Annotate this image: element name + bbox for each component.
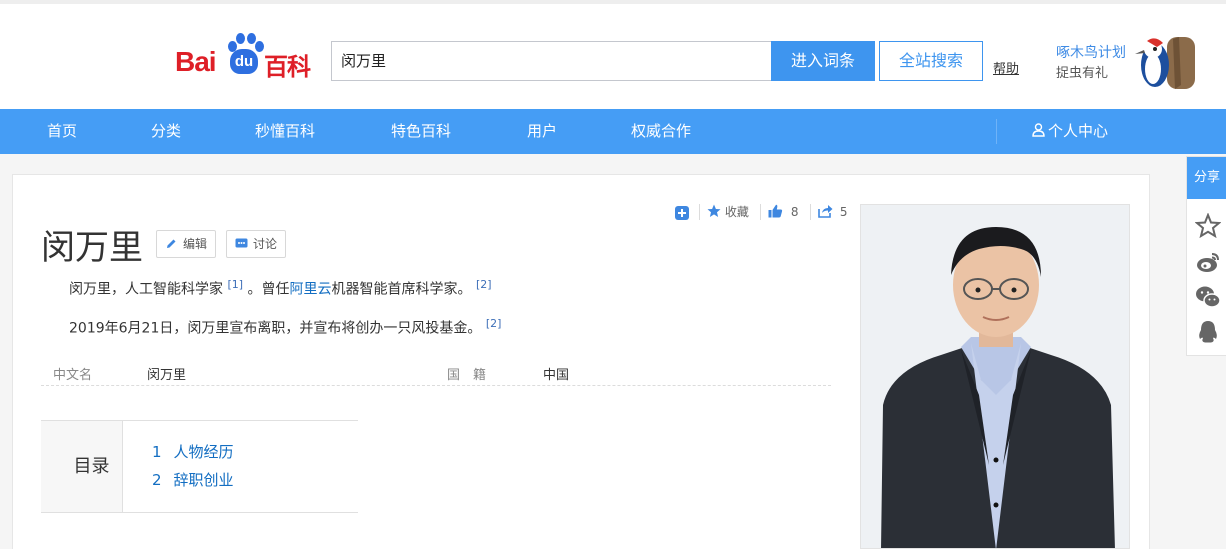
- toc-item[interactable]: 2 辞职创业: [152, 469, 234, 490]
- collect-label: 收藏: [724, 205, 749, 219]
- toc-item-number: 2: [152, 471, 162, 489]
- user-center-link[interactable]: 个人中心: [1032, 109, 1108, 154]
- person-portrait-image: [861, 205, 1129, 548]
- toc-item-label: 人物经历: [173, 443, 234, 461]
- logo-baike-text: 百科: [264, 53, 311, 81]
- aliyun-link[interactable]: 阿里云: [290, 282, 332, 298]
- resignation-text: 2019年6月21日，闵万里宣布离职，并宣布将创办一只风投基金。: [69, 320, 482, 337]
- resignation-paragraph: 2019年6月21日，闵万里宣布离职，并宣布将创办一只风投基金。 [2]: [69, 317, 501, 338]
- discuss-button-label: 讨论: [253, 237, 278, 251]
- summary-text-b: 。曾任: [247, 281, 290, 298]
- star-icon: [707, 204, 721, 217]
- reference-link[interactable]: [1]: [227, 278, 243, 291]
- wechat-icon[interactable]: [1195, 284, 1221, 310]
- paw-icon: du: [225, 32, 264, 76]
- action-separator: [699, 204, 700, 220]
- action-separator: [810, 204, 811, 220]
- nav-category[interactable]: 分类: [151, 109, 181, 154]
- share-arrow-icon: [818, 205, 833, 218]
- main-navbar: 首页 分类 秒懂百科 特色百科 用户 权威合作 个人中心: [0, 109, 1226, 154]
- baidu-baike-logo[interactable]: Bai du 百科: [175, 32, 313, 81]
- table-of-contents: 目录 1 人物经历 2 辞职创业: [41, 420, 358, 513]
- site-search-button[interactable]: 全站搜索: [879, 41, 983, 81]
- portrait-photo[interactable]: [860, 204, 1130, 549]
- chat-bubble-icon: [235, 238, 248, 248]
- reference-link[interactable]: [2]: [476, 278, 492, 291]
- enter-entry-button[interactable]: 进入词条: [771, 41, 875, 81]
- qq-penguin-icon[interactable]: [1195, 319, 1221, 345]
- logo-du-text: du: [230, 49, 258, 74]
- toc-item[interactable]: 1 人物经历: [152, 441, 234, 462]
- woodpecker-plan-link[interactable]: 啄木鸟计划: [1056, 42, 1126, 62]
- action-separator: [760, 204, 761, 220]
- user-center-label: 个人中心: [1048, 122, 1109, 140]
- info-label-name: 中文名: [53, 368, 93, 383]
- toc-item-label: 辞职创业: [173, 471, 234, 489]
- nav-authority[interactable]: 权威合作: [631, 109, 691, 154]
- page-title: 闵万里: [41, 228, 143, 268]
- user-icon: [1032, 123, 1045, 137]
- thumbs-up-icon: [768, 204, 783, 218]
- like-count: 8: [790, 205, 799, 219]
- nav-featured[interactable]: 特色百科: [391, 109, 451, 154]
- nav-users[interactable]: 用户: [527, 109, 557, 154]
- info-value-nationality: 中国: [543, 368, 570, 383]
- discuss-button[interactable]: 讨论: [226, 230, 287, 258]
- share-count-button[interactable]: 5: [818, 203, 847, 221]
- add-plus-icon[interactable]: [675, 204, 689, 222]
- toc-item-number: 1: [152, 443, 162, 461]
- help-link[interactable]: 帮助: [993, 58, 1019, 77]
- pencil-icon: [167, 239, 176, 248]
- summary-paragraph: 闵万里，人工智能科学家 [1] 。曾任阿里云机器智能首席科学家。 [2]: [69, 278, 492, 299]
- weibo-icon[interactable]: [1195, 249, 1221, 275]
- header: Bai du 百科 闵万里 进入词条 全站搜索 帮助 啄木鸟计划 捉虫有礼: [0, 0, 1226, 109]
- nav-divider: [996, 119, 997, 144]
- collect-button[interactable]: 收藏: [707, 203, 749, 221]
- woodpecker-plan-subtitle[interactable]: 捉虫有礼: [1056, 62, 1108, 81]
- favorite-star-icon[interactable]: [1195, 213, 1221, 239]
- reference-link[interactable]: [2]: [486, 317, 502, 330]
- nav-video-baike[interactable]: 秒懂百科: [255, 109, 315, 154]
- edit-button-label: 编辑: [183, 237, 208, 251]
- woodpecker-icon[interactable]: [1133, 35, 1197, 91]
- basic-info-row: 中文名 闵万里 国 籍 中国: [41, 362, 831, 386]
- like-button[interactable]: 8: [768, 203, 798, 221]
- logo-bai-text: Bai: [175, 46, 217, 77]
- toc-heading: 目录: [41, 421, 123, 512]
- share-panel: 分享: [1186, 156, 1226, 356]
- info-value-name: 闵万里: [147, 368, 187, 383]
- nav-home[interactable]: 首页: [47, 109, 77, 154]
- info-label-nationality: 国 籍: [447, 368, 487, 383]
- edit-button[interactable]: 编辑: [156, 230, 217, 258]
- summary-text-c: 机器智能首席科学家。: [331, 281, 472, 298]
- search-input[interactable]: 闵万里: [331, 41, 772, 81]
- summary-text-a: 闵万里，人工智能科学家: [69, 281, 223, 298]
- share-tab[interactable]: 分享: [1187, 157, 1226, 199]
- share-count: 5: [839, 205, 848, 219]
